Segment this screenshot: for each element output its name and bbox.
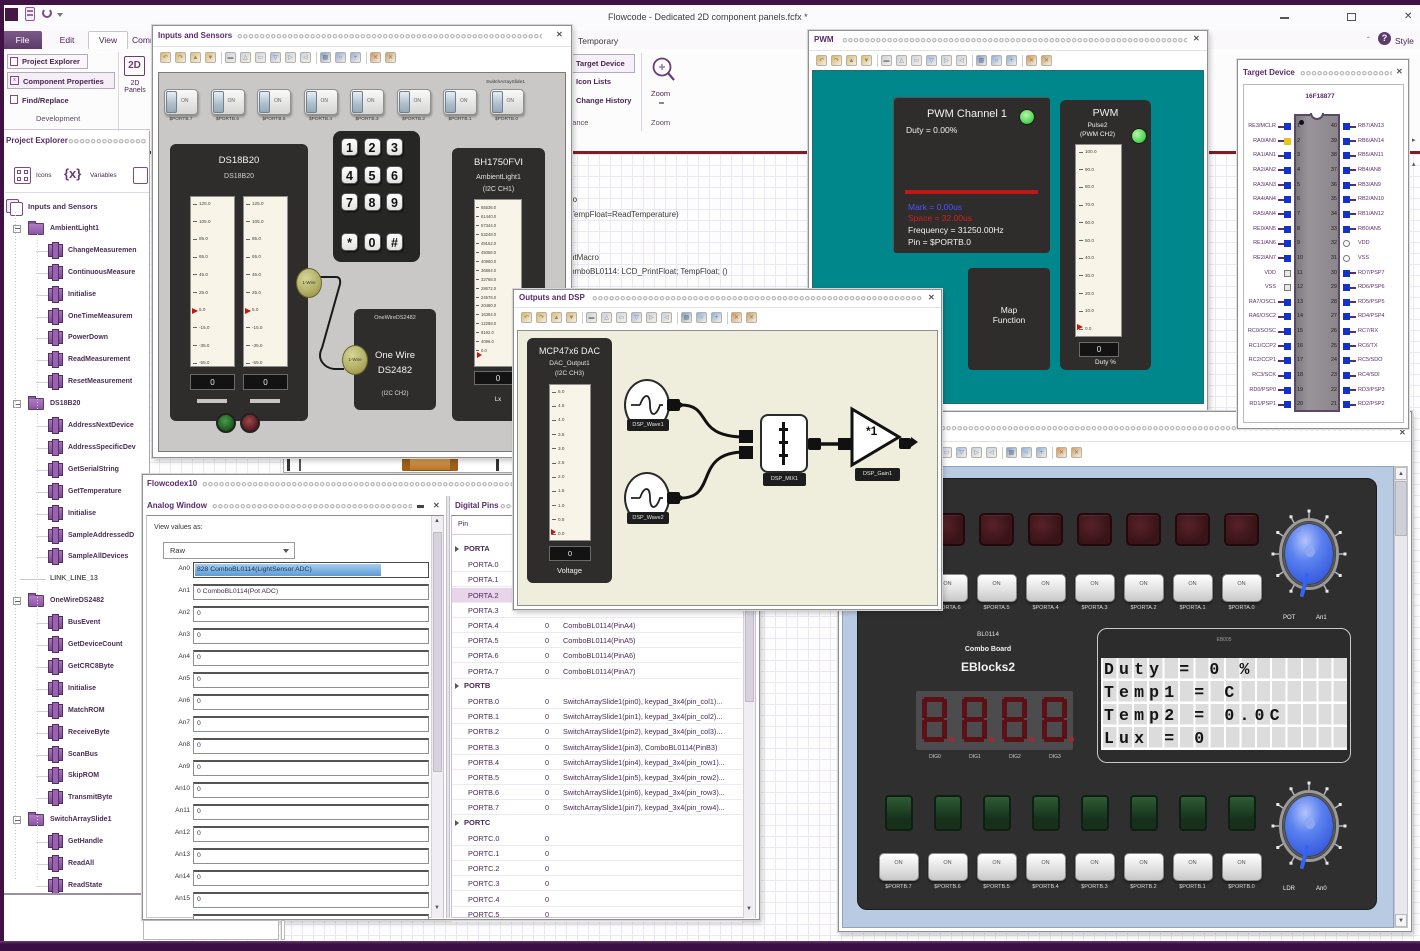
svg-text:*1: *1 <box>866 424 878 438</box>
